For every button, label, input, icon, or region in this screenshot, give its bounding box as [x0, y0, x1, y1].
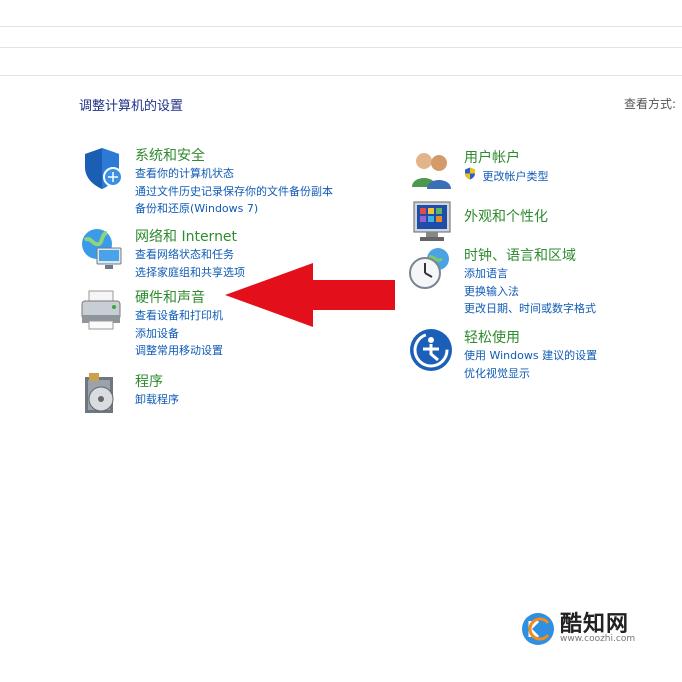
view-by-label[interactable]: 查看方式: — [624, 95, 676, 112]
link-add-language[interactable]: 添加语言 — [464, 265, 596, 283]
clock-globe-icon[interactable] — [408, 245, 454, 291]
ease-of-access-icon[interactable] — [408, 327, 454, 373]
link-mobility-settings[interactable]: 调整常用移动设置 — [135, 342, 223, 360]
link-view-computer-status[interactable]: 查看你的计算机状态 — [135, 165, 333, 183]
monitor-palette-icon[interactable] — [408, 200, 454, 246]
link-recommended-settings[interactable]: 使用 Windows 建议的设置 — [464, 347, 597, 365]
network-globe-icon[interactable] — [79, 226, 125, 272]
users-icon[interactable] — [408, 147, 454, 193]
category-title[interactable]: 用户帐户 — [464, 147, 520, 167]
category-title[interactable]: 系统和安全 — [135, 145, 205, 165]
link-label: 更改帐户类型 — [482, 170, 549, 183]
category-title[interactable]: 时钟、语言和区域 — [464, 245, 576, 265]
category-title[interactable]: 外观和个性化 — [464, 206, 548, 226]
watermark-url: www.coozhi.com — [560, 634, 636, 644]
toolbar-divider-top — [0, 26, 682, 27]
red-arrow-annotation — [225, 263, 395, 327]
link-add-device[interactable]: 添加设备 — [135, 325, 223, 343]
uac-shield-icon — [465, 167, 475, 180]
toolbar-divider-bottom — [0, 75, 682, 76]
link-date-time-format[interactable]: 更改日期、时间或数字格式 — [464, 300, 596, 318]
link-backup-restore[interactable]: 备份和还原(Windows 7) — [135, 200, 333, 218]
link-change-input-method[interactable]: 更换输入法 — [464, 283, 596, 301]
page-title: 调整计算机的设置 — [79, 99, 184, 114]
link-change-account-type[interactable]: 更改帐户类型 — [464, 167, 549, 186]
category-title[interactable]: 程序 — [135, 371, 163, 391]
programs-disc-icon[interactable] — [79, 371, 125, 417]
toolbar-divider-mid — [0, 47, 682, 48]
category-title[interactable]: 轻松使用 — [464, 327, 520, 347]
category-title[interactable]: 硬件和声音 — [135, 287, 205, 307]
link-optimize-display[interactable]: 优化视觉显示 — [464, 365, 597, 383]
link-network-status[interactable]: 查看网络状态和任务 — [135, 246, 245, 264]
link-uninstall-program[interactable]: 卸载程序 — [135, 391, 179, 409]
link-file-history-backup[interactable]: 通过文件历史记录保存你的文件备份副本 — [135, 183, 333, 201]
shield-icon[interactable] — [79, 145, 125, 191]
link-devices-printers[interactable]: 查看设备和打印机 — [135, 307, 223, 325]
printer-icon[interactable] — [79, 287, 125, 333]
category-title[interactable]: 网络和 Internet — [135, 226, 237, 246]
